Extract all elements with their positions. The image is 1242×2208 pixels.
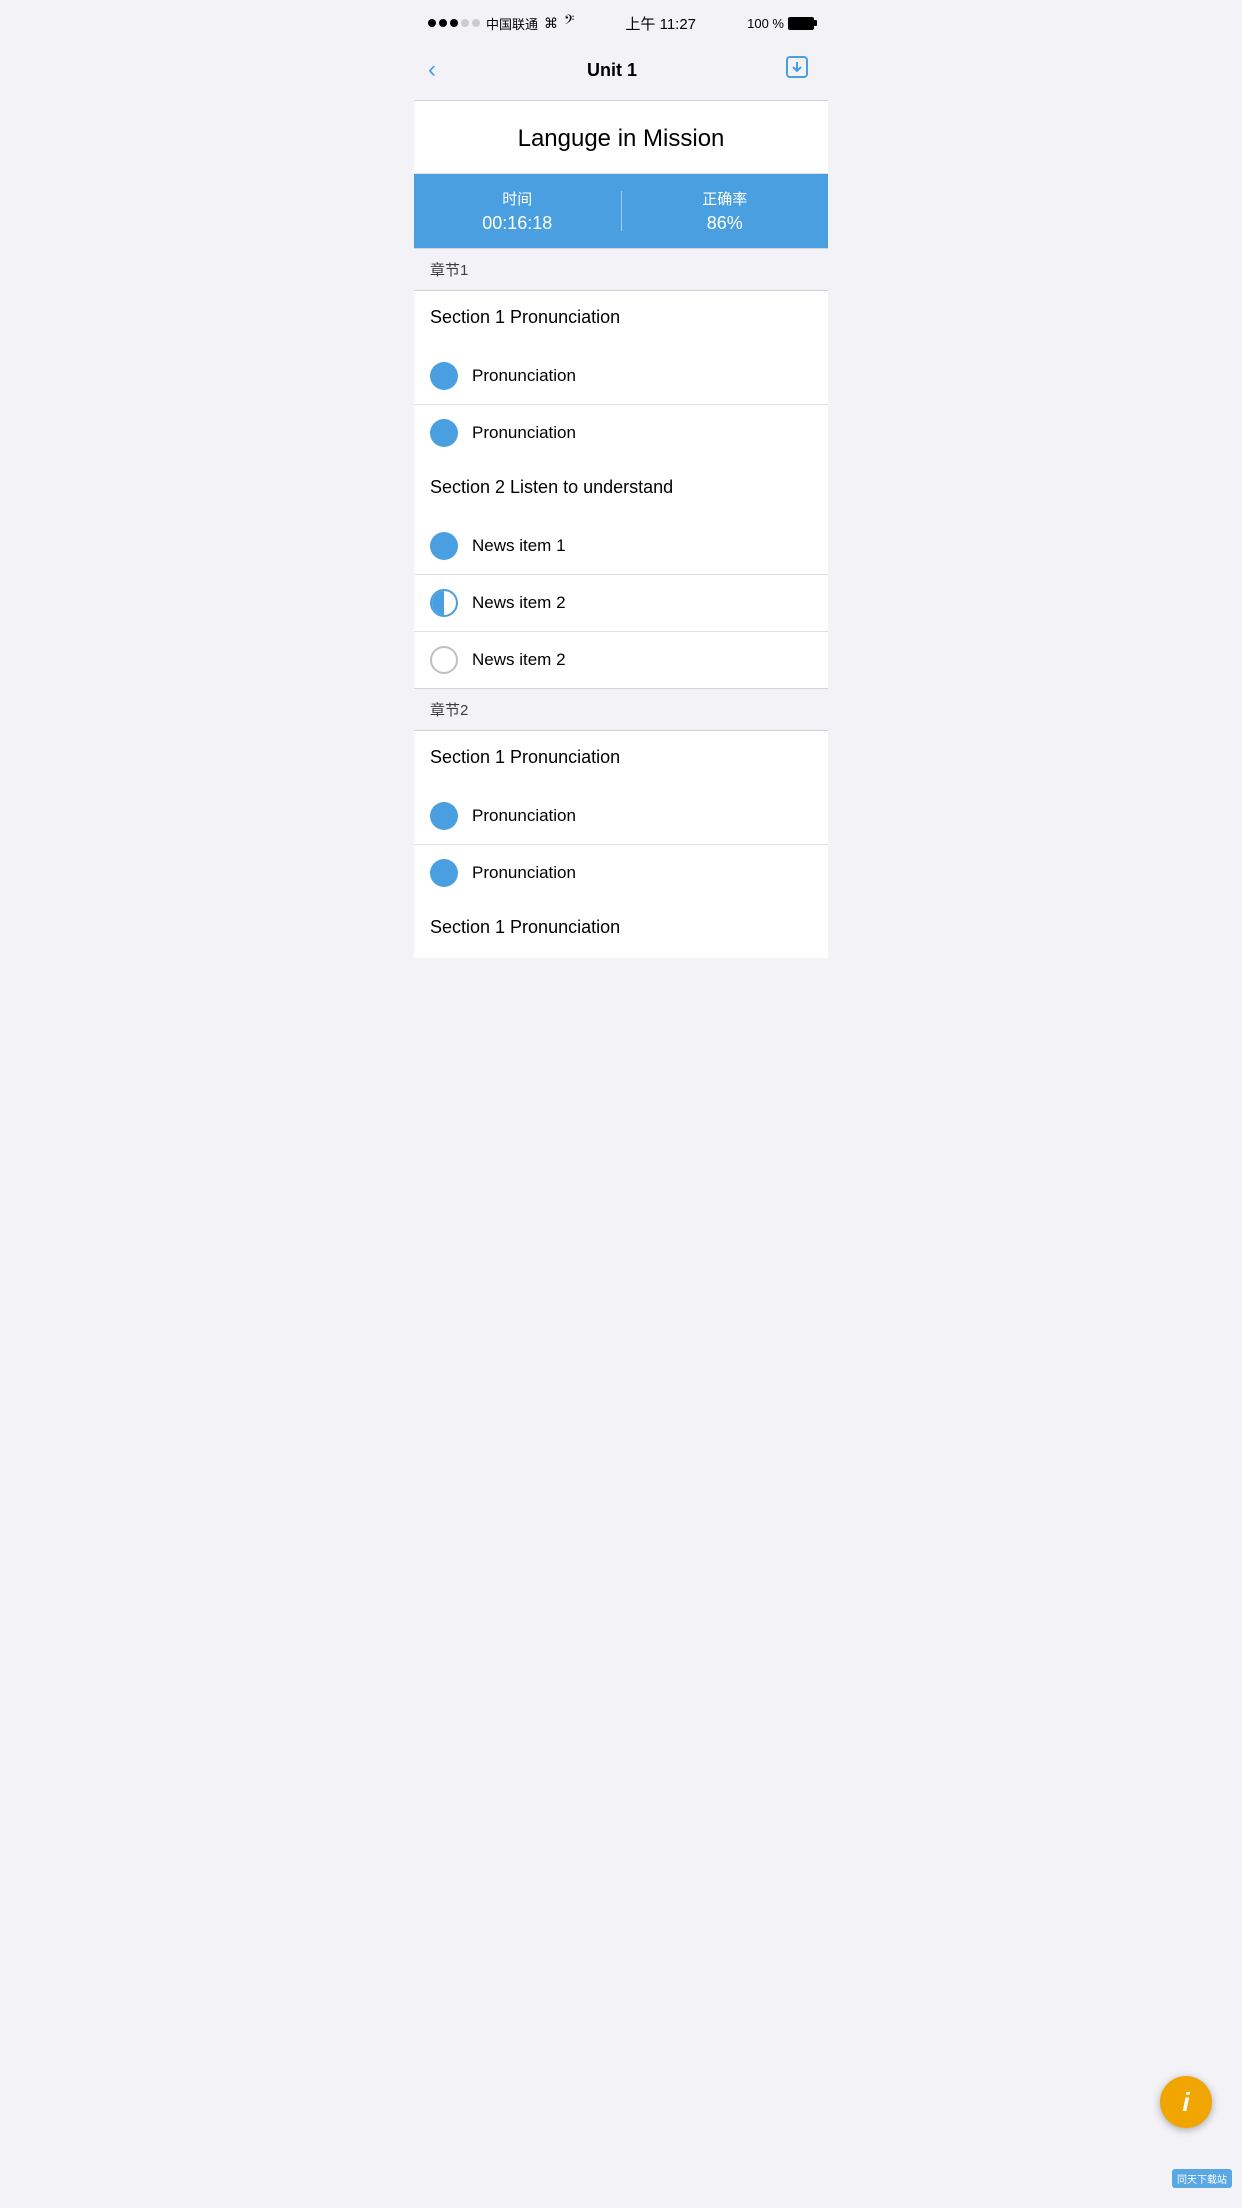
dot-2 <box>439 19 447 27</box>
list-item[interactable]: Pronunciation <box>414 404 828 461</box>
stat-accuracy-value: 86% <box>622 213 829 234</box>
item-text: News item 2 <box>472 593 566 613</box>
battery-label: 100 % <box>747 16 784 31</box>
list-item[interactable]: Pronunciation <box>414 348 828 404</box>
circle-icon-full <box>430 362 458 390</box>
item-text: News item 2 <box>472 650 566 670</box>
section-title-1-0: Section 1 Pronunciation <box>430 747 812 768</box>
content-section-0-1: Section 2 Listen to understand <box>414 461 828 518</box>
circle-icon-full <box>430 532 458 560</box>
circle-icon-full <box>430 859 458 887</box>
page-title-section: Languge in Mission <box>414 101 828 174</box>
stats-bar: 时间 00:16:18 正确率 86% <box>414 174 828 248</box>
stat-accuracy: 正确率 86% <box>622 188 829 234</box>
battery-icon <box>788 17 814 30</box>
item-text: Pronunciation <box>472 423 576 443</box>
carrier-label: 中国联通 <box>486 14 538 33</box>
circle-icon-half <box>430 589 458 617</box>
section-title-0-0: Section 1 Pronunciation <box>430 307 812 328</box>
nav-bar: ‹ Unit 1 <box>414 44 828 101</box>
watermark: 同天下载站 <box>1172 2169 1232 2188</box>
signal-dots <box>428 19 480 27</box>
circle-icon-empty <box>430 646 458 674</box>
content-section-0-0: Section 1 Pronunciation <box>414 291 828 348</box>
status-time: 上午 11:27 <box>625 13 696 34</box>
status-bar: 中国联通 ⌘︎ 𝄢 上午 11:27 100 % <box>414 0 828 44</box>
circle-icon-full <box>430 419 458 447</box>
list-item[interactable]: News item 2 <box>414 574 828 631</box>
section-header-1: 章节2 <box>414 688 828 731</box>
section-title-0-1: Section 2 Listen to understand <box>430 477 812 498</box>
dot-3 <box>450 19 458 27</box>
circle-icon-full <box>430 802 458 830</box>
wifi-icon: ⌘︎ <box>544 15 558 32</box>
items-group-0-1: News item 1 News item 2 News item 2 <box>414 518 828 688</box>
item-text: Pronunciation <box>472 366 576 386</box>
stat-accuracy-label: 正确率 <box>622 188 829 209</box>
sections-container: 章节1Section 1 PronunciationPronunciationP… <box>414 248 828 958</box>
items-group-1-0: Pronunciation Pronunciation <box>414 788 828 901</box>
status-right: 100 % <box>747 16 814 31</box>
dot-1 <box>428 19 436 27</box>
download-button[interactable] <box>780 50 814 90</box>
page-title: Languge in Mission <box>434 125 808 153</box>
content-section-1-1: Section 1 Pronunciation <box>414 901 828 958</box>
battery-fill <box>789 18 813 29</box>
status-left: 中国联通 ⌘︎ 𝄢 <box>428 14 574 33</box>
wifi-symbol: 𝄢 <box>564 14 574 32</box>
list-item[interactable]: News item 1 <box>414 518 828 574</box>
section-header-0: 章节1 <box>414 248 828 291</box>
item-text: Pronunciation <box>472 863 576 883</box>
info-button[interactable]: i <box>1160 2076 1212 2128</box>
list-item[interactable]: Pronunciation <box>414 788 828 844</box>
stat-time-value: 00:16:18 <box>414 213 621 234</box>
list-item[interactable]: Pronunciation <box>414 844 828 901</box>
nav-title: Unit 1 <box>587 60 637 81</box>
list-item[interactable]: News item 2 <box>414 631 828 688</box>
dot-4 <box>461 19 469 27</box>
stat-time: 时间 00:16:18 <box>414 188 621 234</box>
dot-5 <box>472 19 480 27</box>
section-title-1-1: Section 1 Pronunciation <box>430 917 812 938</box>
back-button[interactable]: ‹ <box>428 52 444 88</box>
items-group-0-0: Pronunciation Pronunciation <box>414 348 828 461</box>
item-text: Pronunciation <box>472 806 576 826</box>
stat-time-label: 时间 <box>414 188 621 209</box>
content-section-1-0: Section 1 Pronunciation <box>414 731 828 788</box>
item-text: News item 1 <box>472 536 566 556</box>
